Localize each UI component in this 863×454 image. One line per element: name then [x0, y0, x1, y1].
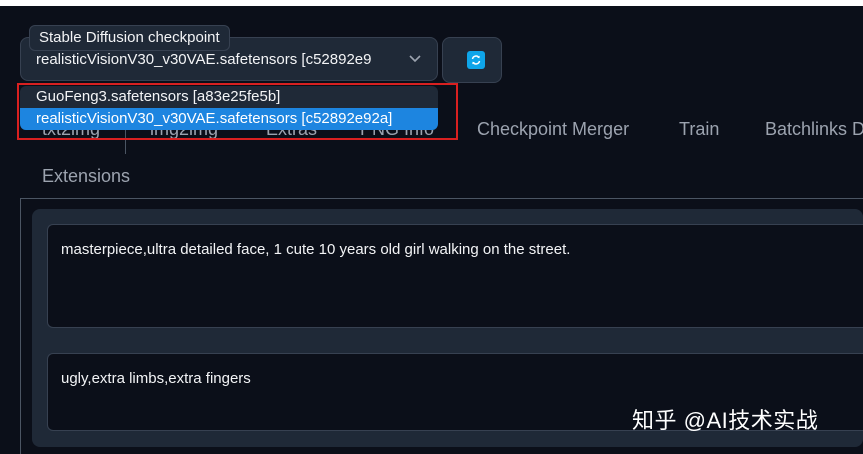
tab-checkpoint-merger[interactable]: Checkpoint Merger [477, 119, 629, 140]
refresh-icon[interactable] [467, 51, 485, 69]
top-strip [0, 0, 863, 6]
checkpoint-label: Stable Diffusion checkpoint [29, 25, 230, 51]
tab-batchlinks[interactable]: Batchlinks D [765, 119, 863, 140]
checkpoint-value[interactable]: realisticVisionV30_v30VAE.safetensors [c… [36, 51, 388, 68]
tab-train[interactable]: Train [679, 119, 719, 140]
tab-extensions[interactable]: Extensions [42, 166, 130, 187]
chevron-down-icon[interactable] [407, 50, 423, 66]
watermark: 知乎 @AI技术实战 [632, 408, 819, 433]
positive-prompt-input[interactable]: masterpiece,ultra detailed face, 1 cute … [47, 224, 863, 328]
annotation-highlight-box [17, 83, 458, 140]
